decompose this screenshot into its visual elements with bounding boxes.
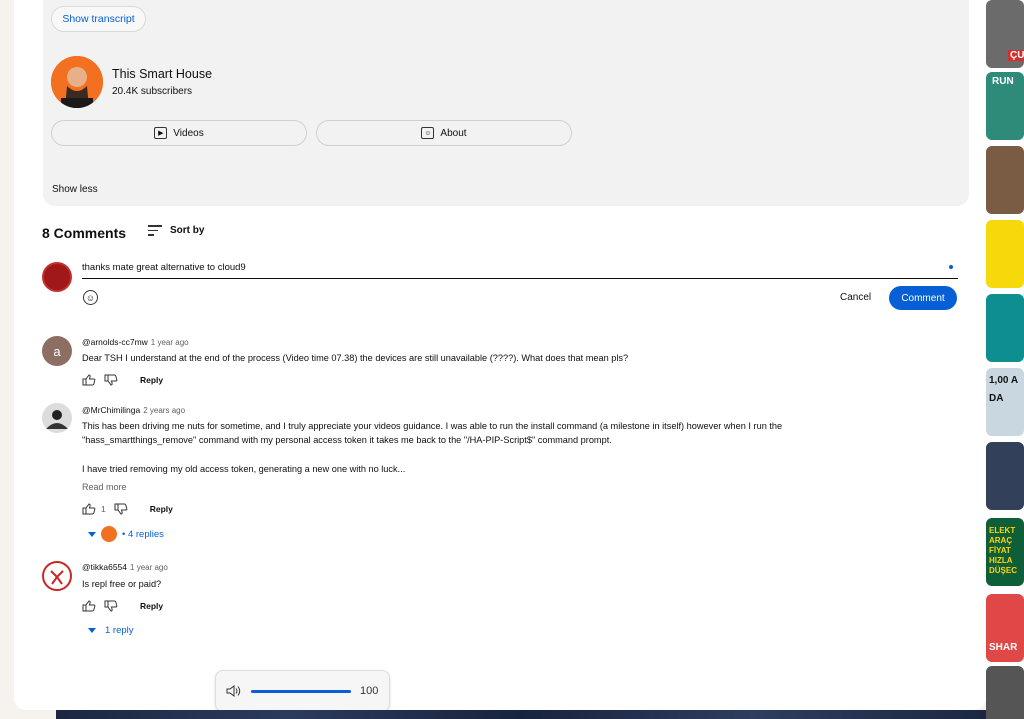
commenter-avatar[interactable] <box>42 403 72 433</box>
like-icon[interactable] <box>82 374 96 386</box>
comment-author[interactable]: @tikka6554 <box>82 562 127 572</box>
comment-meta: @MrChimilinga 2 years ago <box>82 405 185 415</box>
input-focus-indicator <box>949 265 953 269</box>
subscriber-count: 20.4K subscribers <box>112 86 193 97</box>
watch-page-card: Show transcript This Smart House 20.4K s… <box>14 0 986 710</box>
replies-count: 1 reply <box>105 625 134 636</box>
commenter-avatar[interactable] <box>42 561 72 591</box>
comment-text-line-2: "hass_smartthings_remove" command with m… <box>82 435 612 445</box>
comment-meta: @tikka6554 1 year ago <box>82 562 168 572</box>
view-replies-button[interactable]: 1 reply <box>88 625 134 636</box>
comment-actions: Reply <box>82 600 163 612</box>
about-label: About <box>440 127 467 139</box>
emoji-icon[interactable]: ☺ <box>83 290 98 305</box>
like-count: 1 <box>101 504 106 514</box>
cancel-button[interactable]: Cancel <box>840 292 871 303</box>
comment-text: Is repl free or paid? <box>82 579 162 589</box>
comment-input[interactable]: thanks mate great alternative to cloud9 <box>82 262 958 279</box>
creator-avatar <box>101 526 117 542</box>
channel-avatar-image <box>51 56 103 108</box>
sort-button[interactable]: Sort by <box>148 225 204 236</box>
channel-avatar[interactable] <box>51 56 103 108</box>
speaker-icon[interactable] <box>226 685 242 697</box>
recommended-thumbnail[interactable]: ÇU <box>986 0 1024 68</box>
recommended-thumbnail[interactable] <box>986 146 1024 214</box>
videos-button[interactable]: ▶ Videos <box>51 120 307 146</box>
current-user-avatar <box>42 262 72 292</box>
chevron-down-icon <box>88 531 96 537</box>
comment-text-line-1: This has been driving me nuts for someti… <box>82 421 783 431</box>
comment-text: Dear TSH I understand at the end of the … <box>82 353 629 363</box>
comment-time[interactable]: 1 year ago <box>151 338 189 347</box>
volume-popup: 100 <box>215 670 390 712</box>
comments-count: 8 Comments <box>42 225 127 241</box>
like-icon[interactable] <box>82 600 96 612</box>
read-more-link[interactable]: Read more <box>82 482 127 492</box>
volume-slider[interactable] <box>251 689 351 693</box>
comment-meta: @arnolds-cc7mw 1 year ago <box>82 337 189 347</box>
view-replies-button[interactable]: • 4 replies <box>88 526 164 542</box>
replies-count: • 4 replies <box>122 528 164 540</box>
dislike-icon[interactable] <box>114 503 128 515</box>
show-transcript-button[interactable]: Show transcript <box>51 6 146 32</box>
video-player-edge <box>56 710 986 719</box>
comment-text-line-3: I have tried removing my old access toke… <box>82 464 406 474</box>
recommendations-column: ÇU RUN 1,00 A DA ELEKT ARAÇ FİYAT HIZLA … <box>986 0 1024 719</box>
recommended-thumbnail[interactable]: 1,00 A DA <box>986 368 1024 436</box>
like-icon[interactable] <box>82 503 96 515</box>
play-icon: ▶ <box>154 127 168 139</box>
comment-actions: 1 Reply <box>82 503 173 515</box>
reply-button[interactable]: Reply <box>140 375 163 385</box>
volume-slider-fill <box>251 689 351 693</box>
recommended-thumbnail[interactable] <box>986 442 1024 510</box>
person-icon: ☺ <box>421 127 435 139</box>
comment-time[interactable]: 1 year ago <box>130 563 168 572</box>
submit-comment-button[interactable]: Comment <box>889 286 957 310</box>
avatar-letter: a <box>53 343 61 359</box>
sort-icon <box>148 225 162 236</box>
dislike-icon[interactable] <box>104 374 118 386</box>
recommended-thumbnail[interactable]: RUN <box>986 72 1024 140</box>
videos-label: Videos <box>173 127 204 139</box>
recommended-thumbnail[interactable] <box>986 220 1024 288</box>
comment-time[interactable]: 2 years ago <box>143 406 185 415</box>
show-less-link[interactable]: Show less <box>52 184 98 195</box>
comment-author[interactable]: @MrChimilinga <box>82 405 140 415</box>
avatar-image <box>45 564 69 588</box>
dislike-icon[interactable] <box>104 600 118 612</box>
avatar-image <box>42 403 72 433</box>
reply-button[interactable]: Reply <box>140 601 163 611</box>
comment-actions: Reply <box>82 374 163 386</box>
description-box: Show transcript This Smart House 20.4K s… <box>43 0 969 206</box>
recommended-thumbnail[interactable] <box>986 294 1024 362</box>
comment-author[interactable]: @arnolds-cc7mw <box>82 337 148 347</box>
volume-value: 100 <box>360 685 379 697</box>
reply-button[interactable]: Reply <box>150 504 173 514</box>
recommended-thumbnail[interactable]: SHAR <box>986 594 1024 662</box>
chevron-down-icon <box>88 628 96 633</box>
commenter-avatar[interactable]: a <box>42 336 72 366</box>
recommended-thumbnail[interactable] <box>986 666 1024 719</box>
sort-label: Sort by <box>170 225 205 236</box>
recommended-thumbnail[interactable]: ELEKT ARAÇ FİYAT HIZLA DÜŞEC <box>986 518 1024 586</box>
about-button[interactable]: ☺ About <box>316 120 572 146</box>
channel-name[interactable]: This Smart House <box>112 67 212 81</box>
